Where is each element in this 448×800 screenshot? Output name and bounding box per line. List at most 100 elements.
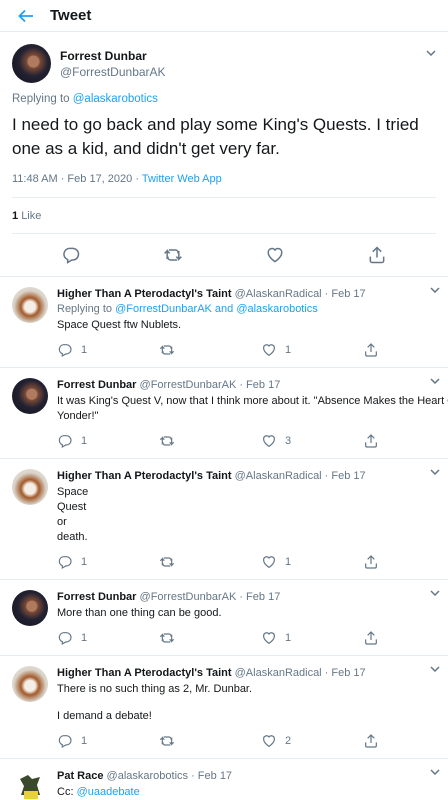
author-handle[interactable]: @alaskarobotics · Feb 17 — [107, 770, 233, 782]
tweet-text: Cc: @uaadebate — [57, 786, 140, 798]
reply-button[interactable]: 1 — [57, 342, 159, 358]
share-button[interactable] — [363, 433, 448, 449]
like-count: 2 — [285, 735, 292, 747]
like-button[interactable] — [240, 245, 310, 265]
like-button[interactable]: 2 — [261, 733, 363, 749]
share-button[interactable] — [363, 733, 448, 749]
avatar[interactable] — [12, 769, 48, 800]
source-link[interactable]: Twitter Web App — [142, 173, 222, 185]
like-count: 1 — [285, 556, 292, 568]
tweet-actions: 1 1 — [57, 625, 448, 651]
reply-icon — [57, 554, 73, 570]
share-icon — [363, 554, 379, 570]
share-icon — [367, 245, 387, 265]
reply-button[interactable]: 1 — [57, 554, 159, 570]
chevron-down-icon[interactable] — [430, 378, 440, 384]
avatar[interactable] — [12, 469, 48, 505]
author-handle[interactable]: @ForrestDunbarAK · Feb 17 — [140, 591, 281, 603]
mention-link[interactable]: @uaadebate — [77, 786, 140, 798]
tweet-text: There is no such thing as 2, Mr. Dunbar.… — [57, 683, 253, 722]
retweet-button[interactable] — [159, 554, 261, 570]
like-button[interactable]: 3 — [261, 433, 363, 449]
like-count: 3 — [285, 435, 292, 447]
main-tweet: Forrest Dunbar @ForrestDunbarAK Replying… — [0, 32, 448, 276]
chevron-down-icon[interactable] — [430, 666, 440, 672]
retweet-icon — [159, 342, 175, 358]
tweet-text: Space Quest or death. — [57, 486, 89, 543]
author-handle[interactable]: @AlaskanRadical · Feb 17 — [235, 288, 366, 300]
tweet-actions — [12, 233, 436, 276]
likes-count[interactable]: 1 Like — [12, 197, 436, 233]
reply-tweet[interactable]: Pat Race @alaskarobotics · Feb 17 Cc: @u… — [0, 758, 448, 800]
tweet-text: It was King's Quest V, now that I think … — [57, 395, 448, 422]
reply-tweet[interactable]: Forrest Dunbar @ForrestDunbarAK · Feb 17… — [0, 367, 448, 458]
reply-button[interactable]: 1 — [57, 630, 159, 646]
avatar[interactable] — [12, 666, 48, 702]
share-button[interactable] — [363, 630, 448, 646]
avatar[interactable] — [12, 287, 48, 323]
reply-icon — [57, 433, 73, 449]
tweet-actions: 1 2 — [57, 728, 448, 754]
heart-icon — [261, 342, 277, 358]
reply-count: 1 — [81, 735, 88, 747]
heart-icon — [265, 245, 285, 265]
author-name[interactable]: Forrest Dunbar — [57, 379, 136, 391]
like-button[interactable]: 1 — [261, 630, 363, 646]
heart-icon — [261, 630, 277, 646]
author-name[interactable]: Higher Than A Pterodactyl's Taint — [57, 288, 232, 300]
author-handle[interactable]: @AlaskanRadical · Feb 17 — [235, 667, 366, 679]
chevron-down-icon[interactable] — [430, 590, 440, 596]
retweet-button[interactable] — [159, 342, 261, 358]
reply-button[interactable]: 1 — [57, 733, 159, 749]
heart-icon — [261, 733, 277, 749]
like-button[interactable]: 1 — [261, 554, 363, 570]
retweet-button[interactable] — [159, 733, 261, 749]
retweet-button[interactable] — [159, 630, 261, 646]
share-button[interactable] — [363, 554, 448, 570]
author-name[interactable]: Higher Than A Pterodactyl's Taint — [57, 667, 232, 679]
reply-tweet[interactable]: Higher Than A Pterodactyl's Taint @Alask… — [0, 276, 448, 367]
author-handle[interactable]: @ForrestDunbarAK · Feb 17 — [140, 379, 281, 391]
reply-icon — [61, 245, 81, 265]
top-bar: Tweet — [0, 0, 448, 32]
tweet-actions: 1 3 — [57, 428, 448, 454]
author-name[interactable]: Pat Race — [57, 770, 103, 782]
author-name[interactable]: Higher Than A Pterodactyl's Taint — [57, 470, 232, 482]
author-name[interactable]: Forrest Dunbar — [57, 591, 136, 603]
page-title: Tweet — [50, 7, 92, 24]
share-icon — [363, 342, 379, 358]
author-handle[interactable]: @ForrestDunbarAK — [60, 64, 166, 80]
heart-icon — [261, 433, 277, 449]
chevron-down-icon[interactable] — [430, 469, 440, 475]
reply-count: 1 — [81, 632, 88, 644]
chevron-down-icon[interactable] — [430, 769, 440, 775]
retweet-button[interactable] — [138, 245, 208, 265]
share-button[interactable] — [342, 245, 412, 265]
share-button[interactable] — [363, 342, 448, 358]
mention-link[interactable]: @ForrestDunbarAK and @alaskarobotics — [115, 303, 318, 315]
avatar[interactable] — [12, 44, 51, 83]
reply-tweet[interactable]: Higher Than A Pterodactyl's Taint @Alask… — [0, 458, 448, 579]
avatar[interactable] — [12, 590, 48, 626]
retweet-icon — [159, 554, 175, 570]
like-count: 1 — [285, 344, 292, 356]
like-button[interactable]: 1 — [261, 342, 363, 358]
mention-link[interactable]: @alaskarobotics — [73, 93, 158, 105]
chevron-down-icon[interactable] — [426, 50, 436, 56]
replying-to: Replying to @alaskarobotics — [12, 93, 158, 105]
avatar[interactable] — [12, 378, 48, 414]
tweet-text: I need to go back and play some King's Q… — [12, 115, 419, 158]
reply-tweet[interactable]: Forrest Dunbar @ForrestDunbarAK · Feb 17… — [0, 579, 448, 655]
back-arrow-icon[interactable] — [0, 9, 50, 23]
chevron-down-icon[interactable] — [430, 287, 440, 293]
reply-button[interactable] — [36, 245, 106, 265]
tweet-text: More than one thing can be good. — [57, 607, 222, 619]
retweet-button[interactable] — [159, 433, 261, 449]
replying-to: Replying to @ForrestDunbarAK and @alaska… — [57, 303, 318, 315]
author-name[interactable]: Forrest Dunbar — [60, 48, 166, 64]
tweet-text: Space Quest ftw Nublets. — [57, 319, 182, 331]
author-handle[interactable]: @AlaskanRadical · Feb 17 — [235, 470, 366, 482]
reply-tweet[interactable]: Higher Than A Pterodactyl's Taint @Alask… — [0, 655, 448, 758]
retweet-icon — [159, 630, 175, 646]
reply-button[interactable]: 1 — [57, 433, 159, 449]
